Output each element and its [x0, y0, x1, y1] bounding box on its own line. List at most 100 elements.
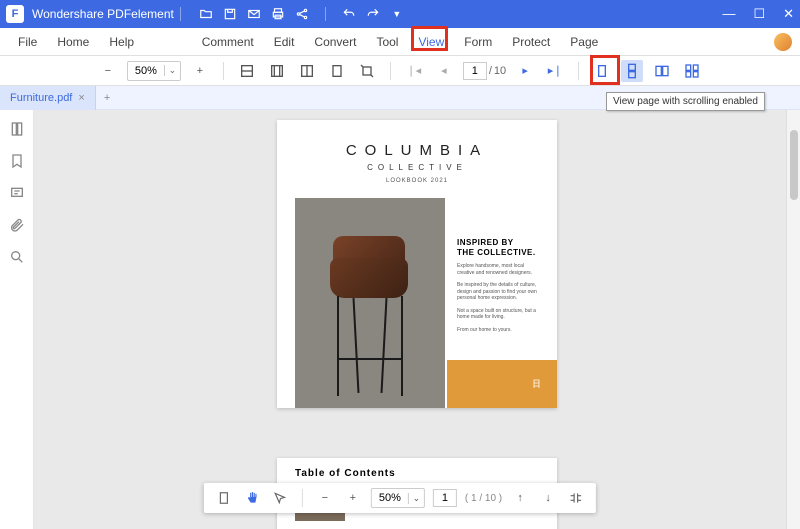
hand-tool-icon[interactable]	[242, 488, 262, 508]
separator	[223, 62, 224, 80]
menu-file[interactable]: File	[8, 31, 47, 53]
menu-view[interactable]: View	[408, 31, 454, 53]
two-page-button[interactable]	[651, 60, 673, 82]
menu-tool[interactable]: Tool	[366, 31, 408, 53]
accent-block	[447, 360, 557, 408]
mail-icon[interactable]	[247, 7, 261, 21]
zoom-combo[interactable]: ⌄	[127, 61, 181, 81]
tooltip-scrolling: View page with scrolling enabled	[606, 92, 765, 111]
quick-access: ▼	[199, 7, 404, 21]
fit-icon[interactable]	[214, 488, 234, 508]
hero-image	[295, 198, 445, 408]
dropdown-icon[interactable]: ▼	[390, 7, 404, 21]
bottom-zoom-combo[interactable]: ⌄	[371, 488, 425, 508]
doc-title: COLUMBIA	[295, 142, 539, 159]
separator	[578, 62, 579, 80]
view-toolbar: − ⌄ + ❘◂ ◂ / 10 ▸ ▸❘	[0, 56, 800, 86]
search-icon[interactable]	[8, 248, 26, 266]
doc-para-2: Be inspired by the details of culture, d…	[457, 282, 539, 302]
tab-label: Furniture.pdf	[10, 92, 72, 104]
fit-page-button[interactable]	[266, 60, 288, 82]
doc-heading-2: THE COLLECTIVE.	[457, 248, 539, 258]
last-page-button[interactable]: ▸❘	[544, 60, 566, 82]
sidebar	[0, 110, 34, 529]
doc-para-1: Explore handsome, most local creative an…	[457, 263, 539, 276]
doc-para-4: From our home to yours.	[457, 327, 539, 334]
zoom-dropdown[interactable]: ⌄	[164, 65, 180, 76]
bottom-page-indicator	[433, 489, 457, 507]
menu-page[interactable]: Page	[560, 31, 608, 53]
thumbnails-icon[interactable]	[8, 120, 26, 138]
pdf-page-1: COLUMBIA COLLECTIVE LOOKBOOK 2021 INSPIR…	[277, 120, 557, 408]
scrolling-page-button[interactable]	[621, 60, 643, 82]
page-total: 10	[494, 65, 506, 77]
chair-icon	[315, 228, 425, 398]
single-page-button[interactable]	[591, 60, 613, 82]
rotate-button[interactable]	[356, 60, 378, 82]
separator	[390, 62, 391, 80]
floating-toolbar: − + ⌄ ( 1 / 10 ) ↑ ↓	[204, 483, 596, 513]
tab-furniture[interactable]: Furniture.pdf ×	[0, 86, 96, 110]
menu-edit[interactable]: Edit	[264, 31, 305, 53]
add-tab-button[interactable]: +	[96, 92, 118, 104]
print-icon[interactable]	[271, 7, 285, 21]
menu-protect[interactable]: Protect	[502, 31, 560, 53]
fit-height-button[interactable]	[296, 60, 318, 82]
zoom-out-button[interactable]: −	[97, 60, 119, 82]
select-tool-icon[interactable]	[270, 488, 290, 508]
maximize-button[interactable]: ☐	[753, 6, 765, 22]
document-canvas[interactable]: COLUMBIA COLLECTIVE LOOKBOOK 2021 INSPIR…	[34, 110, 800, 529]
doc-subtitle: COLLECTIVE	[295, 163, 539, 172]
page-down-icon[interactable]: ↓	[538, 488, 558, 508]
window-controls: — ☐ ✕	[722, 6, 794, 22]
page2-heading: Table of Contents	[295, 468, 539, 479]
menu-home[interactable]: Home	[47, 31, 99, 53]
page-indicator: / 10	[463, 62, 506, 80]
bottom-zoom-dropdown[interactable]: ⌄	[408, 493, 424, 504]
actual-size-button[interactable]	[326, 60, 348, 82]
tab-close-icon[interactable]: ×	[78, 92, 84, 104]
menu-help[interactable]: Help	[99, 31, 144, 53]
doc-heading-1: INSPIRED BY	[457, 238, 539, 248]
zoom-in-button[interactable]: +	[189, 60, 211, 82]
redo-icon[interactable]	[366, 7, 380, 21]
menubar: File Home Help Comment Edit Convert Tool…	[0, 28, 800, 56]
separator	[302, 489, 303, 507]
user-avatar[interactable]	[774, 33, 792, 51]
zoom-in-icon[interactable]: +	[343, 488, 363, 508]
attachment-icon[interactable]	[8, 216, 26, 234]
app-logo: F	[6, 5, 24, 23]
folder-icon[interactable]	[199, 7, 213, 21]
menu-comment[interactable]: Comment	[192, 31, 264, 53]
menu-center: Comment Edit Convert Tool View Form Prot…	[192, 31, 609, 53]
save-icon[interactable]	[223, 7, 237, 21]
menu-convert[interactable]: Convert	[304, 31, 366, 53]
share-icon[interactable]	[295, 7, 309, 21]
scrollbar-thumb[interactable]	[790, 130, 798, 200]
next-page-button[interactable]: ▸	[514, 60, 536, 82]
prev-page-button[interactable]: ◂	[433, 60, 455, 82]
close-button[interactable]: ✕	[783, 6, 794, 22]
page-input[interactable]	[463, 62, 487, 80]
menu-form[interactable]: Form	[454, 31, 502, 53]
vertical-scrollbar[interactable]	[786, 110, 800, 529]
bottom-page-input[interactable]	[433, 489, 457, 507]
zoom-out-icon[interactable]: −	[315, 488, 335, 508]
doc-para-3: Not a space built on structure, but a ho…	[457, 308, 539, 321]
bottom-page-label: ( 1 / 10 )	[465, 493, 502, 504]
bottom-zoom-input[interactable]	[372, 492, 408, 504]
two-page-scroll-button[interactable]	[681, 60, 703, 82]
minimize-button[interactable]: —	[722, 6, 735, 22]
first-page-button[interactable]: ❘◂	[403, 60, 425, 82]
undo-icon[interactable]	[342, 7, 356, 21]
zoom-input[interactable]	[128, 65, 164, 77]
page-up-icon[interactable]: ↑	[510, 488, 530, 508]
read-mode-icon[interactable]	[566, 488, 586, 508]
page-total-label: /	[489, 65, 492, 77]
separator	[180, 7, 181, 21]
fit-width-button[interactable]	[236, 60, 258, 82]
chair-outline-icon	[531, 378, 543, 390]
comments-icon[interactable]	[8, 184, 26, 202]
app-title: Wondershare PDFelement	[32, 7, 174, 21]
bookmark-icon[interactable]	[8, 152, 26, 170]
